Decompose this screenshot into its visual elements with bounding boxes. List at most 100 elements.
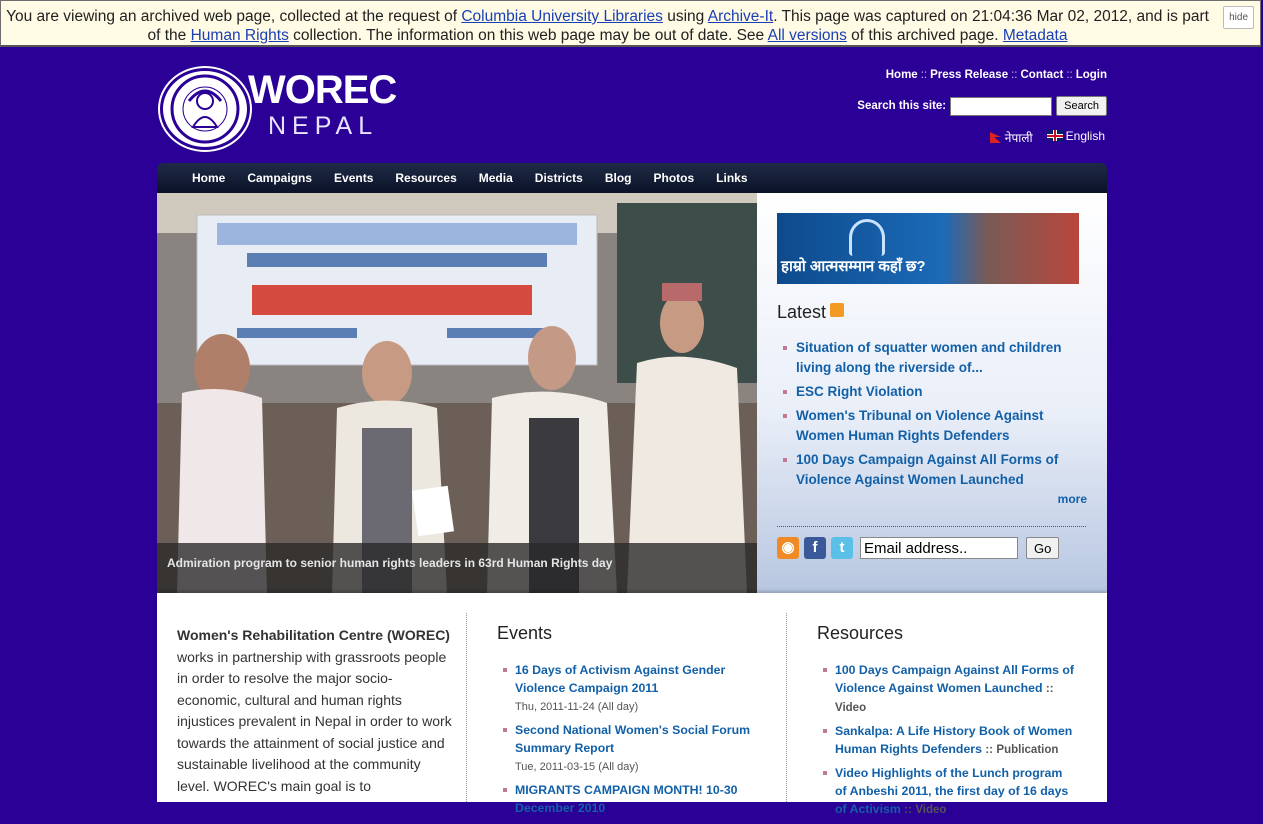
nav-item-blog[interactable]: Blog (594, 163, 643, 185)
uk-flag-icon (1046, 130, 1063, 141)
latest-item[interactable]: ESC Right Violation (777, 382, 1077, 402)
hero-photo (157, 193, 757, 593)
archive-it-link[interactable]: Archive-It (708, 8, 773, 25)
resource-category[interactable]: Publication (996, 744, 1058, 756)
archive-text: You are viewing an archived web page, co… (6, 8, 462, 25)
top-link-home[interactable]: Home (886, 69, 918, 81)
human-rights-link[interactable]: Human Rights (191, 27, 289, 44)
column-divider (786, 613, 787, 802)
separator: :: (1011, 69, 1018, 81)
event-allday: (All day) (597, 701, 639, 713)
nav-item-resources[interactable]: Resources (384, 163, 467, 185)
archive-text: of this archived page. (846, 27, 1003, 44)
intro-body: works in partnership with grassroots peo… (177, 648, 452, 794)
top-links: Home:: Press Release:: Contact:: Login (886, 69, 1107, 81)
nav-item-media[interactable]: Media (468, 163, 524, 185)
events-column: Events 16 Days of Activism Against Gende… (497, 623, 757, 822)
event-item: 16 Days of Activism Against Gender Viole… (497, 661, 757, 716)
rss-icon[interactable] (830, 303, 845, 317)
latest-heading: Latest (777, 302, 845, 323)
resources-column: Resources 100 Days Campaign Against All … (817, 623, 1077, 824)
twitter-icon[interactable]: t (831, 537, 853, 559)
lang-nepali[interactable]: नेपाली (989, 129, 1033, 146)
search-button[interactable]: Search (1056, 96, 1107, 116)
logo-subtitle: NEPAL (268, 112, 379, 140)
nav-item-links[interactable]: Links (705, 163, 758, 185)
event-title[interactable]: MIGRANTS CAMPAIGN MONTH! 10-30 December … (515, 781, 757, 817)
search-input[interactable] (950, 96, 1053, 116)
resource-sep: :: (1045, 683, 1054, 695)
resource-title[interactable]: 100 Days Campaign Against All Forms of V… (835, 663, 1074, 695)
lang-english[interactable]: English (1046, 129, 1105, 146)
event-date: Thu, 2011-11-24 (All day) (515, 701, 638, 713)
latest-item[interactable]: Situation of squatter women and children… (777, 338, 1077, 378)
site-search: Search this site: Search (857, 96, 1107, 116)
resources-heading: Resources (817, 623, 904, 643)
archive-text: collection. The information on this web … (288, 27, 768, 44)
resource-category[interactable]: Video (835, 702, 866, 714)
main-nav: Home Campaigns Events Resources Media Di… (157, 163, 1107, 193)
nav-item-home[interactable]: Home (181, 163, 236, 185)
lang-nepali-label: नेपाली (1004, 131, 1033, 145)
resource-sep: :: (985, 744, 993, 756)
top-link-contact[interactable]: Contact (1021, 69, 1064, 81)
intro-text: Women's Rehabilitation Centre (WOREC) wo… (177, 625, 452, 797)
email-input[interactable] (860, 537, 1018, 559)
facebook-icon[interactable]: f (804, 537, 826, 559)
nav-item-districts[interactable]: Districts (524, 163, 594, 185)
resource-item: Video Highlights of the Lunch program of… (817, 764, 1077, 819)
resource-item: Sankalpa: A Life History Book of Women H… (817, 722, 1077, 759)
latest-item[interactable]: Women's Tribunal on Violence Against Wom… (777, 406, 1077, 446)
search-label: Search this site: (857, 100, 947, 112)
language-switcher: नेपाली English (989, 129, 1105, 146)
latest-item[interactable]: 100 Days Campaign Against All Forms of V… (777, 450, 1077, 490)
separator: :: (1066, 69, 1073, 81)
resource-sep: :: (904, 804, 912, 816)
social-subscribe: ◉ f t Go (777, 537, 1060, 559)
latest-heading-text: Latest (777, 302, 827, 322)
resource-category[interactable]: Video (915, 804, 946, 816)
archive-text: of the (147, 27, 191, 44)
logo-name: WOREC (248, 68, 397, 112)
events-heading: Events (497, 623, 553, 643)
more-link[interactable]: more (1058, 492, 1087, 506)
latest-panel: हाम्रो आत्मसम्मान कहाँ छ? Latest Situati… (757, 193, 1107, 593)
archive-text: using (662, 8, 708, 25)
seal-emblem-icon (160, 68, 250, 150)
event-date-text: Thu, 2011-11-24 (515, 701, 595, 713)
metadata-link[interactable]: Metadata (1003, 27, 1068, 44)
nepal-flag-icon (989, 132, 1001, 143)
event-date-text: Tue, 2011-03-15 (515, 761, 596, 773)
hero-slideshow[interactable]: Admiration program to senior human right… (157, 193, 757, 593)
nav-item-events[interactable]: Events (323, 163, 384, 185)
archive-line-1: You are viewing an archived web page, co… (1, 7, 1260, 26)
rss-feed-icon[interactable]: ◉ (777, 537, 799, 559)
top-link-login[interactable]: Login (1076, 69, 1107, 81)
banner-text: हाम्रो आत्मसम्मान कहाँ छ? (781, 258, 926, 275)
columbia-libraries-link[interactable]: Columbia University Libraries (461, 8, 663, 25)
resource-item: 100 Days Campaign Against All Forms of V… (817, 661, 1077, 717)
campaign-banner[interactable]: हाम्रो आत्मसम्मान कहाँ छ? (777, 213, 1079, 284)
column-divider (466, 613, 467, 802)
intro-bold: Women's Rehabilitation Centre (WOREC) (177, 627, 450, 643)
nav-item-photos[interactable]: Photos (642, 163, 705, 185)
lang-english-label: English (1065, 129, 1105, 143)
event-title[interactable]: Second National Women's Social Forum Sum… (515, 721, 757, 757)
hide-button[interactable]: hide (1223, 6, 1254, 29)
archive-notice-bar: You are viewing an archived web page, co… (0, 0, 1261, 47)
event-date: Tue, 2011-03-15 (All day) (515, 761, 639, 773)
go-button[interactable]: Go (1026, 537, 1060, 559)
latest-list: Situation of squatter women and children… (777, 338, 1077, 494)
nav-item-campaigns[interactable]: Campaigns (236, 163, 323, 185)
event-title[interactable]: 16 Days of Activism Against Gender Viole… (515, 661, 757, 697)
top-link-press-release[interactable]: Press Release (930, 69, 1008, 81)
resource-title[interactable]: Video Highlights of the Lunch program of… (835, 766, 1068, 816)
archive-line-2: of the Human Rights collection. The info… (1, 26, 1260, 45)
event-item: MIGRANTS CAMPAIGN MONTH! 10-30 December … (497, 781, 757, 817)
event-item: Second National Women's Social Forum Sum… (497, 721, 757, 776)
worec-logo[interactable]: WOREC NEPAL (160, 68, 400, 150)
archive-text: . This page was captured on 21:04:36 Mar… (773, 8, 1209, 25)
all-versions-link[interactable]: All versions (768, 27, 847, 44)
hero-caption: Admiration program to senior human right… (157, 543, 757, 593)
content-area: Women's Rehabilitation Centre (WOREC) wo… (157, 593, 1107, 816)
